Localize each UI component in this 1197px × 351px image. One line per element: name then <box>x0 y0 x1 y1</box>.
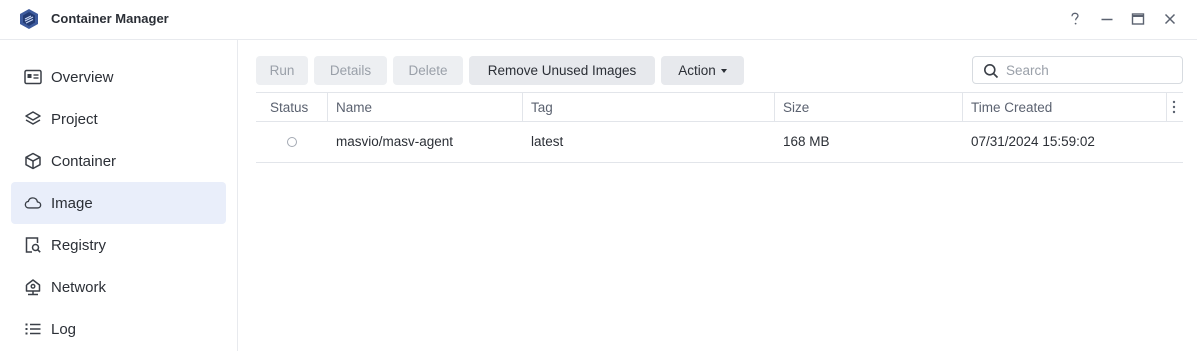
status-indicator-icon <box>287 137 297 147</box>
table-row[interactable]: masvio/masv-agent latest 168 MB 07/31/20… <box>256 122 1183 163</box>
close-button[interactable] <box>1161 10 1179 28</box>
container-manager-logo-icon <box>20 9 38 29</box>
cell-time-created: 07/31/2024 15:59:02 <box>971 134 1095 149</box>
details-button[interactable]: Details <box>314 56 387 85</box>
sidebar-item-label: Overview <box>51 69 114 86</box>
column-resize-handle[interactable] <box>774 93 775 121</box>
registry-icon <box>25 237 41 253</box>
run-button[interactable]: Run <box>256 56 308 85</box>
help-icon <box>1071 12 1079 25</box>
sidebar-item-label: Project <box>51 111 98 128</box>
column-options-button[interactable] <box>1167 99 1181 115</box>
column-header-status[interactable]: Status <box>270 93 308 121</box>
sidebar-item-image[interactable]: Image <box>11 182 226 224</box>
sidebar-item-network[interactable]: Network <box>11 266 226 308</box>
help-button[interactable] <box>1066 10 1084 28</box>
app-title: Container Manager <box>51 11 169 26</box>
table-header: Status Name Tag Size Time Created <box>256 92 1183 122</box>
search-field[interactable] <box>972 56 1183 84</box>
cell-name: masvio/masv-agent <box>336 134 454 149</box>
sidebar-item-registry[interactable]: Registry <box>11 224 226 266</box>
sidebar-item-label: Container <box>51 153 117 170</box>
cell-tag: latest <box>531 134 564 149</box>
remove-unused-images-button[interactable]: Remove Unused Images <box>469 56 655 85</box>
column-header-tag[interactable]: Tag <box>531 93 553 121</box>
sidebar: Overview Project Container Image Registr… <box>0 40 238 351</box>
maximize-icon <box>1131 13 1145 25</box>
overview-icon <box>24 69 42 85</box>
sidebar-item-project[interactable]: Project <box>11 98 226 140</box>
search-icon <box>984 64 999 79</box>
sidebar-item-log[interactable]: Log <box>11 308 226 350</box>
title-bar: Container Manager <box>0 0 1197 40</box>
search-input[interactable] <box>1006 61 1176 79</box>
layers-icon <box>25 111 41 125</box>
sidebar-item-overview[interactable]: Overview <box>11 56 226 98</box>
network-icon <box>25 279 41 296</box>
column-header-name[interactable]: Name <box>336 93 372 121</box>
cloud-icon <box>24 197 42 209</box>
minimize-icon <box>1101 18 1113 21</box>
close-icon <box>1164 13 1176 25</box>
column-header-time-created[interactable]: Time Created <box>971 93 1052 121</box>
column-resize-handle[interactable] <box>522 93 523 121</box>
sidebar-item-label: Image <box>51 195 93 212</box>
action-label: Action <box>678 63 716 78</box>
sidebar-item-label: Network <box>51 279 107 296</box>
column-resize-handle[interactable] <box>327 93 328 121</box>
sidebar-item-label: Registry <box>51 237 107 254</box>
cell-size: 168 MB <box>783 134 830 149</box>
caret-down-icon <box>720 68 727 73</box>
sidebar-item-container[interactable]: Container <box>11 140 226 182</box>
cube-icon <box>25 152 41 170</box>
more-vertical-icon <box>1172 100 1176 114</box>
maximize-button[interactable] <box>1129 10 1147 28</box>
minimize-button[interactable] <box>1098 10 1116 28</box>
column-resize-handle[interactable] <box>962 93 963 121</box>
list-icon <box>25 323 41 335</box>
delete-button[interactable]: Delete <box>393 56 463 85</box>
sidebar-item-label: Log <box>51 321 77 338</box>
column-header-size[interactable]: Size <box>783 93 809 121</box>
action-dropdown-button[interactable]: Action <box>661 56 744 85</box>
